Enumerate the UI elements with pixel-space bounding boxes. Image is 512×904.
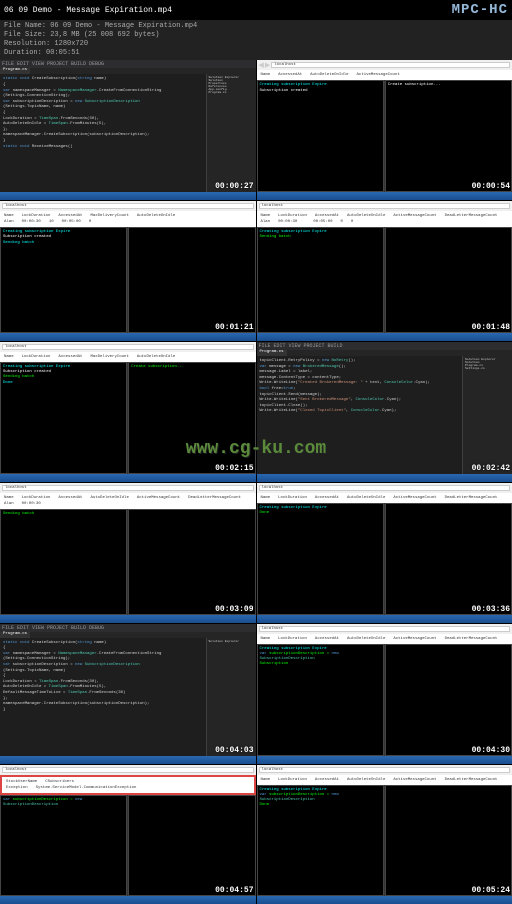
timestamp: 00:01:21 <box>215 323 253 332</box>
thumbnail-12[interactable]: localhost NameLockDurationAccessedAtAuto… <box>257 765 512 904</box>
timestamp: 00:04:57 <box>215 886 253 895</box>
player-logo: MPC-HC <box>452 2 508 18</box>
timestamp: 00:01:48 <box>472 323 510 332</box>
thumbnail-8[interactable]: localhost NameLockDurationAccessedAtAuto… <box>257 483 512 623</box>
player-title-bar: 06 09 Demo - Message Expiration.mp4 MPC-… <box>0 0 512 20</box>
solution-explorer: Solution Explorer Solution Properties Re… <box>206 74 256 192</box>
timestamp: 00:05:24 <box>472 886 510 895</box>
thumbnail-3[interactable]: localhost NameLockDurationAccessedAtMaxD… <box>0 201 256 341</box>
back-icon[interactable]: ◀ <box>259 61 264 70</box>
video-filename: 06 09 Demo - Message Expiration.mp4 <box>4 6 172 15</box>
timestamp: 00:00:27 <box>215 182 253 191</box>
video-metadata: File Name: 06 09 Demo - Message Expirati… <box>0 20 512 60</box>
console-left: Creating subscription Expire Subscriptio… <box>257 80 384 192</box>
browser-page: NameAccessedAtAutoDeleteOnIdleActiveMess… <box>257 70 512 80</box>
thumbnail-6[interactable]: FILE EDIT VIEW PROJECT BUILD Program.cs … <box>257 342 512 482</box>
timestamp: 00:02:42 <box>472 464 510 473</box>
code-editor: static void CreateSubscription(string na… <box>0 74 206 192</box>
timestamp: 00:04:30 <box>472 746 510 755</box>
thumbnail-10[interactable]: localhost NameLockDurationAccessedAtAuto… <box>257 624 512 764</box>
vs-menu-bar: FILE EDIT VIEW PROJECT BUILD DEBUG <box>0 60 256 68</box>
timestamp: 00:04:03 <box>215 746 253 755</box>
table-header: NameAccessedAtAutoDeleteOnIdleActiveMess… <box>259 72 511 78</box>
thumbnail-9[interactable]: FILE EDIT VIEW PROJECT BUILD DEBUG Progr… <box>0 624 256 764</box>
console-right: Create subscription... <box>385 80 512 192</box>
timestamp: 00:00:54 <box>472 182 510 191</box>
timestamp: 00:02:15 <box>215 464 253 473</box>
timestamp: 00:03:36 <box>472 605 510 614</box>
table-row: Alan00:00:301000:05:000 <box>2 219 254 225</box>
thumbnail-5[interactable]: localhost NameLockDurationAccessedAtMaxD… <box>0 342 256 482</box>
thumbnail-1[interactable]: FILE EDIT VIEW PROJECT BUILD DEBUG Progr… <box>0 60 256 200</box>
timestamp: 00:03:09 <box>215 605 253 614</box>
windows-taskbar <box>0 192 256 200</box>
forward-icon[interactable]: ▶ <box>265 61 270 70</box>
thumbnail-2[interactable]: ◀ ▶ localhost NameAccessedAtAutoDeleteOn… <box>257 60 512 200</box>
url-bar[interactable]: localhost <box>271 62 510 68</box>
thumbnail-11[interactable]: localhost StockUserNameCSubscribers Exce… <box>0 765 256 904</box>
browser-toolbar: ◀ ▶ localhost <box>257 60 512 70</box>
thumbnail-grid: FILE EDIT VIEW PROJECT BUILD DEBUG Progr… <box>0 60 512 904</box>
thumbnail-7[interactable]: localhost NameLockDurationAccessedAtAuto… <box>0 483 256 623</box>
thumbnail-4[interactable]: localhost NameLockDurationAccessedAtAuto… <box>257 201 512 341</box>
